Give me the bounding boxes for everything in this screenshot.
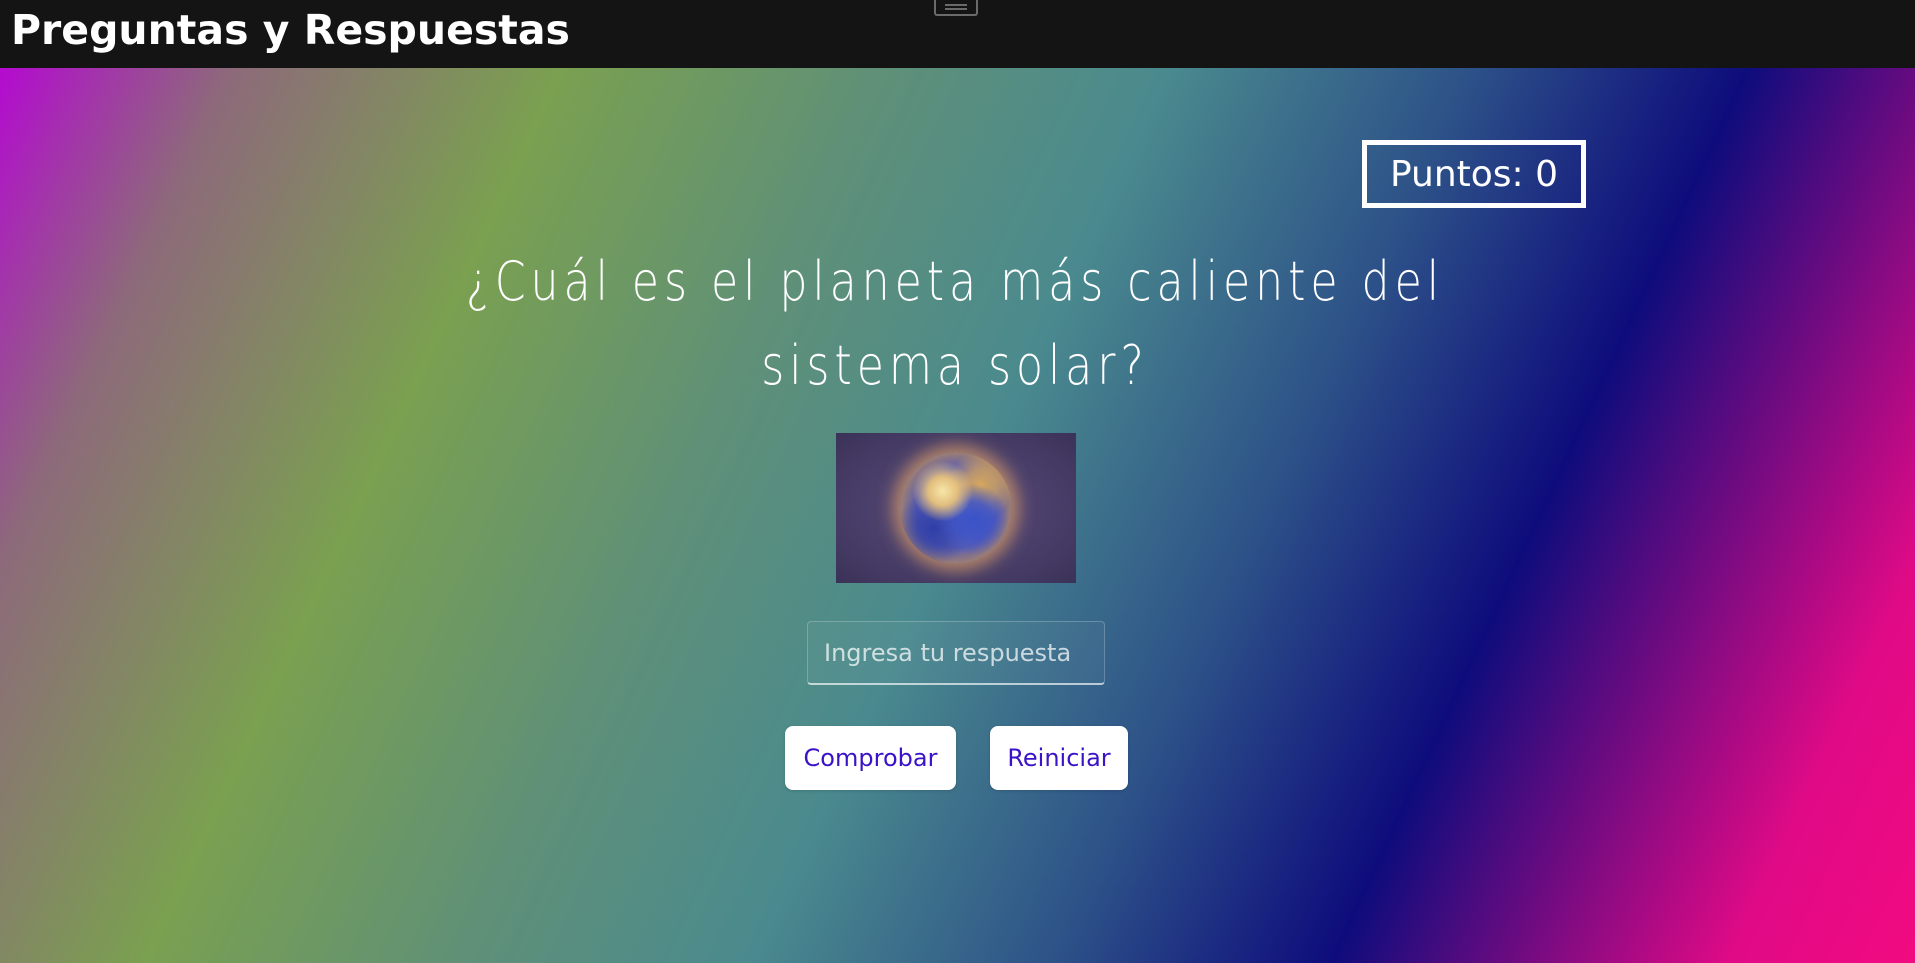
reset-button[interactable]: Reiniciar: [990, 726, 1128, 790]
app-title: Preguntas y Respuestas: [11, 6, 570, 54]
score-display: Puntos: 0: [1362, 140, 1586, 208]
title-bar: Preguntas y Respuestas: [0, 0, 1915, 68]
answer-input[interactable]: [807, 621, 1105, 685]
drag-handle-icon[interactable]: [934, 0, 978, 16]
question-text: ¿Cuál es el planeta más caliente del sis…: [466, 250, 1444, 397]
planet-image: [836, 433, 1076, 583]
planet-sphere: [900, 452, 1012, 564]
check-button[interactable]: Comprobar: [785, 726, 956, 790]
